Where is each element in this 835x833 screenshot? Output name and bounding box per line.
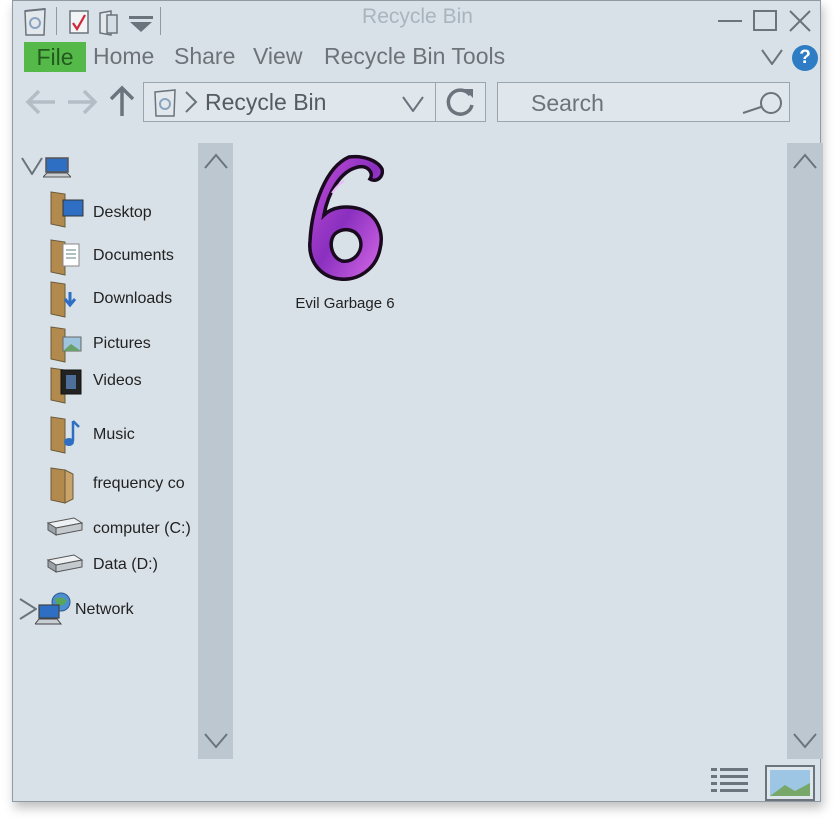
tab-recycle-bin-tools[interactable]: Recycle Bin Tools xyxy=(324,43,505,70)
folder-pictures-icon xyxy=(49,325,85,363)
scroll-down-icon[interactable] xyxy=(793,733,817,749)
close-button[interactable] xyxy=(788,10,812,32)
nav-item-network[interactable]: Network xyxy=(75,601,134,619)
content-scrollbar[interactable] xyxy=(787,143,823,759)
nav-item-data-d[interactable]: Data (D:) xyxy=(93,556,158,574)
up-arrow-icon[interactable] xyxy=(108,85,136,117)
file-tab[interactable]: File xyxy=(24,42,86,72)
search-input[interactable]: Search xyxy=(531,90,604,117)
window-title: Recycle Bin xyxy=(362,5,473,28)
help-button[interactable]: ? xyxy=(792,45,818,71)
nav-pane-scrollbar[interactable] xyxy=(198,143,233,759)
nav-item-videos[interactable]: Videos xyxy=(93,372,142,390)
maximize-button[interactable] xyxy=(753,10,777,32)
nav-item-pictures[interactable]: Pictures xyxy=(93,335,151,353)
recycle-bin-address-icon xyxy=(152,88,178,118)
nav-item-downloads[interactable]: Downloads xyxy=(93,290,172,308)
search-box[interactable]: Search xyxy=(497,82,790,122)
folder-music-icon xyxy=(49,415,85,455)
details-view-icon[interactable] xyxy=(710,766,750,798)
tab-share[interactable]: Share xyxy=(174,43,235,70)
refresh-button[interactable] xyxy=(435,82,486,122)
network-icon xyxy=(35,591,75,627)
this-pc-expand-chevron-icon[interactable] xyxy=(21,157,43,175)
folder-videos-icon xyxy=(49,366,85,404)
drive-c-icon xyxy=(46,515,84,537)
address-dropdown-icon[interactable] xyxy=(402,96,424,112)
large-icons-view-icon[interactable] xyxy=(765,765,815,801)
this-pc-icon[interactable] xyxy=(43,157,71,179)
folder-downloads-icon xyxy=(49,280,85,318)
drive-d-icon xyxy=(46,552,84,574)
breadcrumb-chevron-icon xyxy=(184,91,198,113)
scroll-up-icon[interactable] xyxy=(204,153,228,169)
forward-arrow-icon[interactable] xyxy=(66,89,98,115)
tab-home[interactable]: Home xyxy=(93,43,154,70)
expand-ribbon-chevron-icon[interactable] xyxy=(761,49,783,65)
file-item-label[interactable]: Evil Garbage 6 xyxy=(275,295,415,312)
explorer-window: Recycle Bin File Home Share View Recycle… xyxy=(12,0,823,802)
nav-item-computer-c[interactable]: computer (C:) xyxy=(93,520,191,538)
purple-six-icon[interactable] xyxy=(302,153,390,293)
back-arrow-icon[interactable] xyxy=(25,89,57,115)
nav-item-frequency-co[interactable]: frequency co xyxy=(93,475,185,493)
tab-view[interactable]: View xyxy=(253,43,302,70)
scroll-down-icon[interactable] xyxy=(204,733,228,749)
address-path[interactable]: Recycle Bin xyxy=(205,89,326,116)
folder-desktop-icon xyxy=(49,190,85,228)
folder-documents-icon xyxy=(49,238,85,276)
scroll-up-icon[interactable] xyxy=(793,153,817,169)
search-icon[interactable] xyxy=(741,91,785,117)
nav-item-desktop[interactable]: Desktop xyxy=(93,204,152,222)
minimize-button[interactable] xyxy=(718,11,742,31)
nav-item-documents[interactable]: Documents xyxy=(93,247,174,265)
folder-icon xyxy=(49,466,85,504)
nav-item-music[interactable]: Music xyxy=(93,426,135,444)
